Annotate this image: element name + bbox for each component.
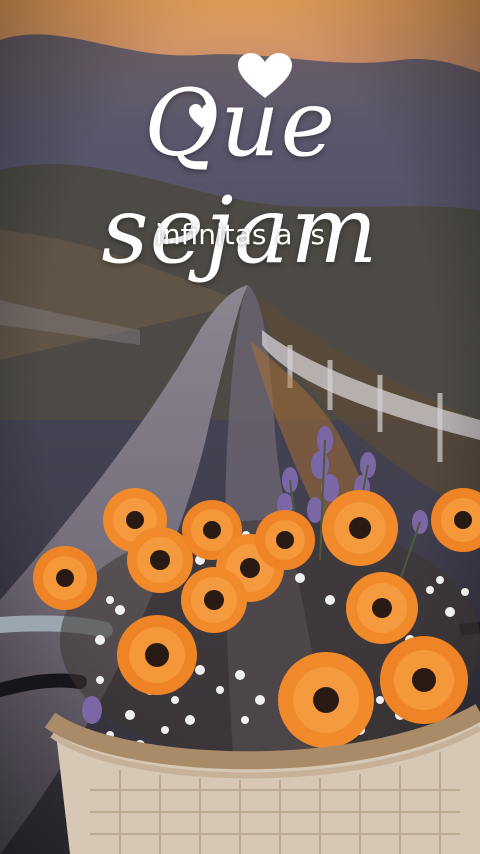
- heart-icon: [238, 53, 292, 98]
- heart-small-icon: [189, 104, 215, 128]
- headline-text: Que sejam: [101, 70, 379, 284]
- subtitle-text: infinitas a s: [155, 218, 325, 251]
- wallpaper-scene: Que sejam infinitas a s: [0, 0, 480, 854]
